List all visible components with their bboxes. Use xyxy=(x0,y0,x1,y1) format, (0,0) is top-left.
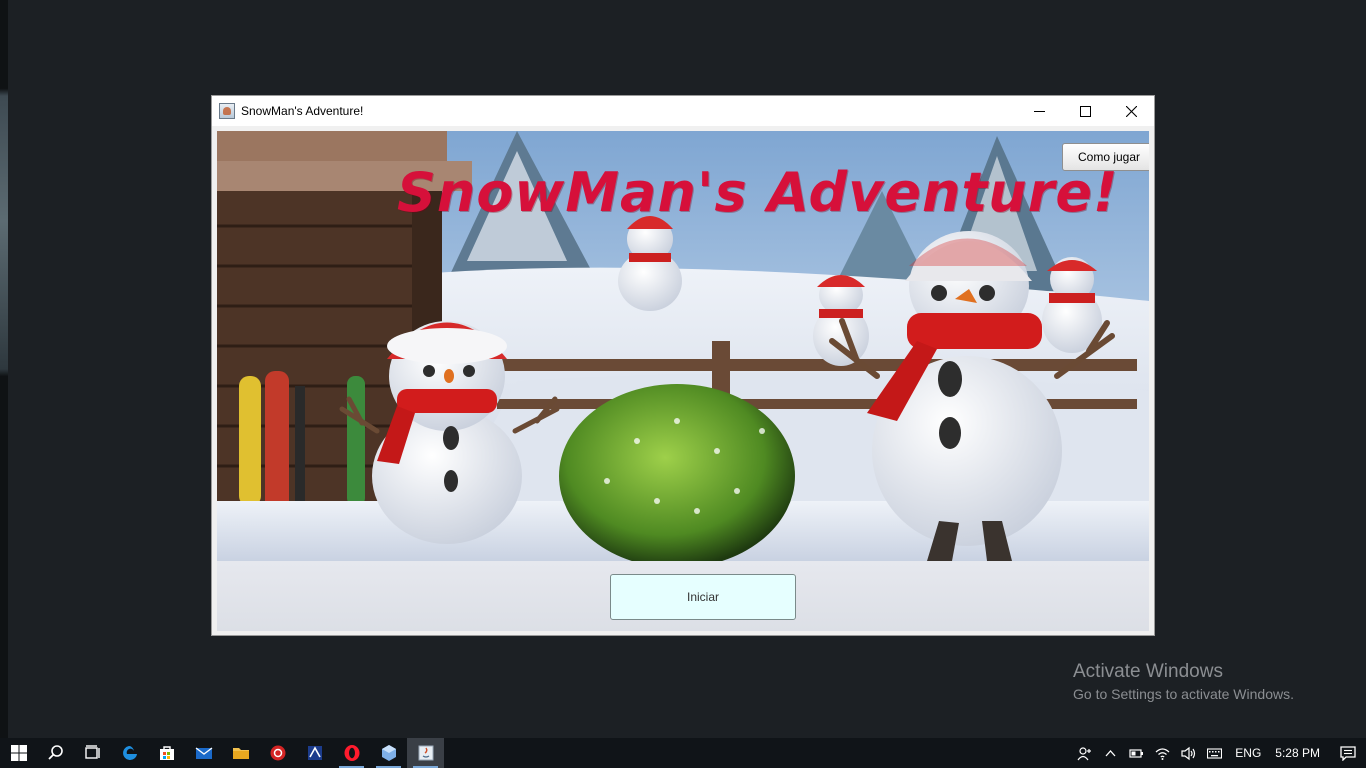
taskbar: ENG 5:28 PM xyxy=(0,738,1366,768)
virtualbox-icon[interactable] xyxy=(370,738,407,768)
keyboard-icon[interactable] xyxy=(1201,738,1227,768)
windows-start-icon[interactable] xyxy=(0,738,37,768)
system-tray: ENG 5:28 PM xyxy=(1071,738,1366,768)
minimize-button[interactable] xyxy=(1016,96,1062,126)
mail-icon[interactable] xyxy=(185,738,222,768)
watermark-subtitle: Go to Settings to activate Windows. xyxy=(1073,686,1294,702)
activation-watermark: Activate Windows Go to Settings to activ… xyxy=(1073,660,1294,704)
opera-icon[interactable] xyxy=(333,738,370,768)
app-red-icon[interactable] xyxy=(259,738,296,768)
close-button[interactable] xyxy=(1108,96,1154,126)
clock[interactable]: 5:28 PM xyxy=(1269,746,1330,760)
close-icon xyxy=(1125,105,1137,117)
search-icon[interactable] xyxy=(37,738,74,768)
start-button[interactable]: Iniciar xyxy=(610,574,796,620)
app-window: SnowMan's Adventure! SnowMan's Adventure… xyxy=(211,95,1155,636)
edge-icon[interactable] xyxy=(111,738,148,768)
chevron-up-icon[interactable] xyxy=(1097,738,1123,768)
volume-icon[interactable] xyxy=(1175,738,1201,768)
people-icon[interactable] xyxy=(1071,738,1097,768)
window-controls xyxy=(1016,96,1154,126)
file-explorer-icon[interactable] xyxy=(222,738,259,768)
game-title: SnowMan's Adventure! xyxy=(397,161,1119,224)
game-background: SnowMan's Adventure! Como jugar xyxy=(217,131,1149,561)
language-indicator[interactable]: ENG xyxy=(1227,746,1269,760)
task-view-icon[interactable] xyxy=(74,738,111,768)
app-blue-icon[interactable] xyxy=(296,738,333,768)
minimize-icon xyxy=(1033,110,1045,112)
maximize-button[interactable] xyxy=(1062,96,1108,126)
how-to-play-button[interactable]: Como jugar xyxy=(1062,143,1149,171)
action-center-icon[interactable] xyxy=(1330,738,1366,768)
store-icon[interactable] xyxy=(148,738,185,768)
battery-icon[interactable] xyxy=(1123,738,1149,768)
window-titlebar[interactable]: SnowMan's Adventure! xyxy=(212,96,1154,126)
java-app-icon xyxy=(219,103,235,119)
window-title: SnowMan's Adventure! xyxy=(241,104,364,118)
java-icon[interactable] xyxy=(407,738,444,768)
watermark-title: Activate Windows xyxy=(1073,661,1223,682)
wifi-icon[interactable] xyxy=(1149,738,1175,768)
desktop-wallpaper-edge xyxy=(0,0,8,738)
maximize-icon xyxy=(1079,105,1091,117)
